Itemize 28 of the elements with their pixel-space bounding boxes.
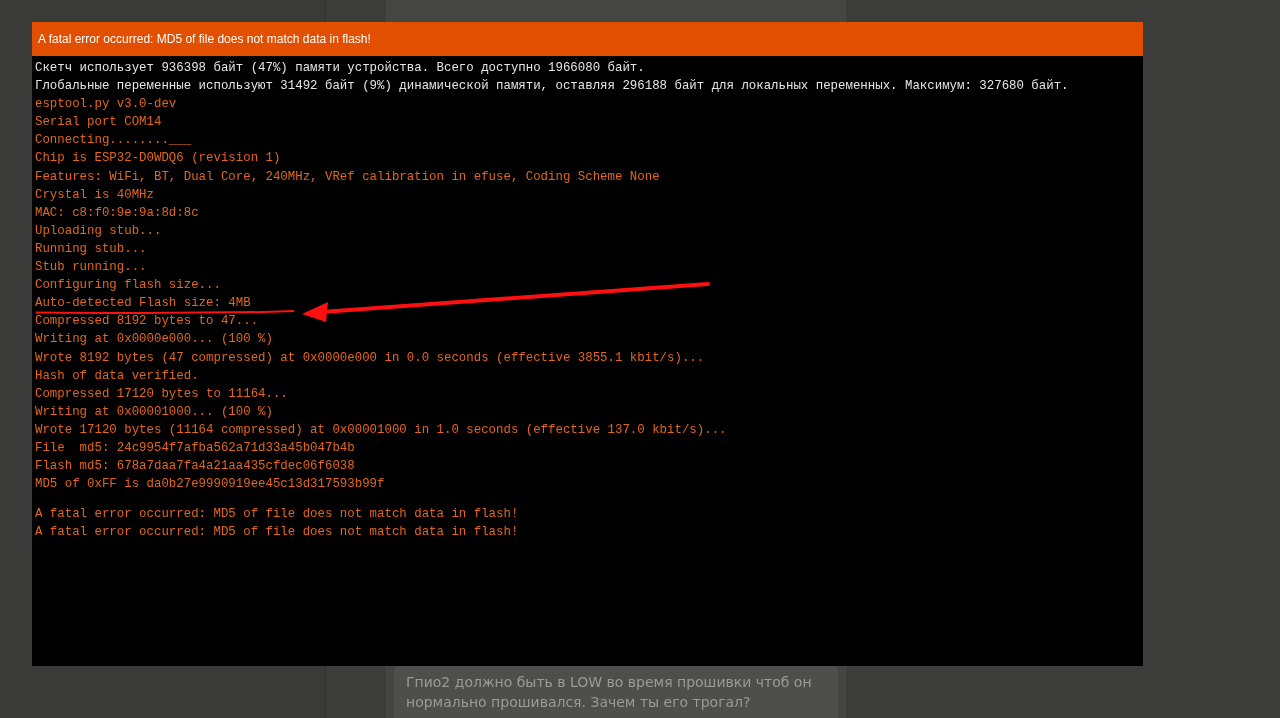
console-line: File md5: 24c9954f7afba562a71d33a45b047b4b — [35, 441, 355, 454]
console-line: Writing at 0x00001000... (100 %) — [35, 405, 273, 418]
console-line: Wrote 17120 bytes (11164 compressed) at 0x00001000 in 1.0 seconds (effective 137.0 kbit/s)... — [35, 423, 727, 436]
console-line: Features: WiFi, BT, Dual Core, 240MHz, VRef calibration in efuse, Coding Scheme None — [35, 170, 660, 183]
console-line: MAC: c8:f0:9e:9a:8d:8c — [35, 206, 199, 219]
console-line: Auto-detected Flash size: 4MB — [35, 297, 251, 310]
console-line: esptool.py v3.0-dev — [35, 98, 177, 111]
console-line: Chip is ESP32-D0WDQ6 (revision 1) — [35, 152, 281, 165]
console-line: Hash of data verified. — [35, 369, 199, 382]
console-line: Stub running... — [35, 261, 147, 274]
console-line: Глобальные переменные используют 31492 байт (9%) динамической памяти, оставляя 296188 байт для локальных переменных. Максимум: 327680 байт. — [35, 80, 1069, 93]
console-line: Crystal is 40MHz — [35, 188, 154, 201]
console-line: Wrote 8192 bytes (47 compressed) at 0x0000e000 in 0.0 seconds (effective 3855.1 kbit/s)... — [35, 351, 705, 364]
console-line: Configuring flash size... — [35, 279, 221, 292]
console-line: Running stub... — [35, 242, 147, 255]
console-line: Скетч использует 936398 байт (47%) памяти устройства. Всего доступно 1966080 байт. — [35, 62, 645, 74]
console-line: Compressed 17120 bytes to 11164... — [35, 387, 288, 400]
console-line: Serial port COM14 — [35, 116, 162, 129]
console-line: Writing at 0x0000e000... (100 %) — [35, 333, 273, 346]
dialog-title: A fatal error occurred: MD5 of file does not match data in flash! — [38, 32, 371, 46]
console-line: MD5 of 0xFF is da0b27e9990919ee45c13d317593b99f — [35, 478, 385, 491]
console-line: Compressed 8192 bytes to 47... — [35, 315, 259, 328]
message-text: Гпио2 должно быть в LOW во время прошивки чтоб он нормально прошивался. Зачем ты его трогал? — [406, 673, 813, 712]
console-line: A fatal error occurred: MD5 of file does not match data in flash! — [35, 508, 519, 521]
console-line: Connecting........___ — [35, 134, 192, 147]
console-line: Flash md5: 678a7daa7fa4a21aa435cfdec06f6038 — [35, 460, 355, 473]
console-line: A fatal error occurred: MD5 of file does not match data in flash! — [35, 526, 519, 539]
console-line: Uploading stub... — [35, 224, 162, 237]
